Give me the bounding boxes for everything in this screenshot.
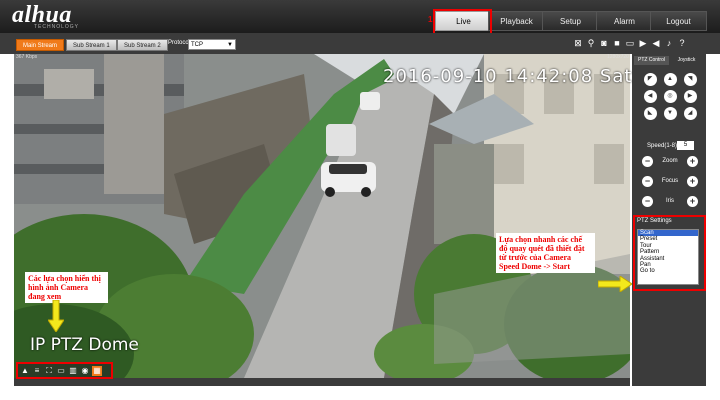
chevron-down-icon: ▼ (227, 42, 233, 48)
help-icon[interactable]: ? (677, 38, 687, 48)
resolution-readout: 1280x720 (607, 54, 629, 60)
arrow-down-left-icon[interactable]: ◣ (643, 107, 657, 120)
sub-stream-1-button[interactable]: Sub Stream 1 (66, 39, 117, 51)
video-camera-icon[interactable]: ▶ (638, 38, 648, 48)
nav-alarm[interactable]: Alarm (596, 11, 653, 31)
nav-setup[interactable]: Setup (542, 11, 599, 31)
brand-tagline: TECHNOLOGY (34, 24, 80, 30)
main-stream-button[interactable]: Main Stream (16, 39, 65, 51)
rule-icon[interactable]: ▦ (92, 365, 102, 376)
arrow-up-right-icon[interactable]: ◥ (683, 73, 697, 86)
protocol-select[interactable]: TCP ▼ (188, 39, 236, 50)
record-icon[interactable]: ▭ (625, 38, 635, 48)
arrow-down-icon (48, 300, 64, 332)
arrow-right-icon (598, 276, 632, 292)
view-tool-icons: ⊠ ⚲ ◙ ■ ▭ ▶ ◀ ♪ ? (573, 38, 687, 48)
iris-open-button[interactable]: + (687, 195, 698, 207)
bitrate-readout: 367 Kbps (16, 54, 38, 60)
focus-label: Focus (661, 178, 679, 184)
wide-icon[interactable]: ▭ (56, 366, 66, 376)
arrow-up-left-icon[interactable]: ◤ (643, 73, 657, 86)
ptz-direction-pad: ◤ ▲ ◥ ◀ ◎ ▶ ◣ ▼ ◢ (640, 73, 700, 120)
iris-label: Iris (666, 198, 674, 204)
fit-window-icon[interactable]: ⊠ (573, 38, 583, 48)
microphone-icon[interactable]: ♪ (664, 38, 674, 48)
zoom-in-button[interactable]: + (687, 155, 698, 167)
arrow-up-icon[interactable]: ▲ (663, 73, 677, 86)
speed-label: Speed(1-8): (647, 143, 679, 149)
arrow-left-icon[interactable]: ◀ (643, 90, 657, 103)
video-timestamp: 2016-09-10 14:42:08 Sat (383, 66, 633, 87)
zoom-icon[interactable]: ◙ (599, 38, 609, 48)
display-options-toolbar: ▲ ≡ ⛶ ▭ ▥ ◉ ▦ (16, 362, 113, 379)
aspect-ratio-icon[interactable]: ▥ (68, 366, 78, 376)
arrow-right-icon[interactable]: ▶ (683, 90, 697, 103)
tab-joystick[interactable]: Joystick (669, 56, 704, 65)
zoom-control: − Zoom + (642, 155, 698, 167)
snapshot-icon[interactable]: ■ (612, 38, 622, 48)
video-bottom-strip (14, 378, 630, 386)
ptz-settings-list[interactable]: Scan Preset Tour Pattern Assistant Pan G… (637, 229, 699, 285)
user-icon[interactable]: ⚲ (586, 38, 596, 48)
iris-control: − Iris + (642, 195, 698, 207)
fluency-icon[interactable]: ≡ (32, 366, 42, 376)
fullscreen-icon[interactable]: ⛶ (44, 366, 54, 376)
step-marker: 1 (428, 15, 433, 24)
video-frame (14, 54, 630, 378)
focus-control: − Focus + (642, 175, 698, 187)
live-video-view[interactable] (14, 54, 630, 378)
auto-pan-icon[interactable]: ◎ (663, 90, 677, 103)
protocol-value: TCP (191, 42, 203, 48)
sub-stream-2-button[interactable]: Sub Stream 2 (117, 39, 168, 51)
focus-in-button[interactable]: + (687, 175, 698, 187)
focus-out-button[interactable]: − (642, 175, 653, 187)
iris-close-button[interactable]: − (642, 195, 653, 207)
zoom-out-button[interactable]: − (642, 155, 653, 167)
arrow-down-right-icon[interactable]: ◢ (683, 107, 697, 120)
tab-ptz-control[interactable]: PTZ Control (634, 56, 669, 65)
annotation-display-options: Các lựa chọn hiển thị hình ảnh Camera đa… (25, 272, 108, 303)
eye-icon[interactable]: ◉ (80, 366, 90, 376)
protocol-label: Protocol (168, 40, 191, 46)
speaker-icon[interactable]: ◀ (651, 38, 661, 48)
annotation-ptz-quick-select: Lựa chọn nhanh các chế độ quay quét đã t… (496, 233, 595, 273)
ptz-settings-title: PTZ Settings (637, 218, 672, 224)
arrow-down-icon[interactable]: ▼ (663, 107, 677, 120)
camera-name-overlay: IP PTZ Dome (30, 335, 139, 355)
nav-playback[interactable]: Playback (488, 11, 545, 31)
ptz-option-goto[interactable]: Go to (638, 268, 698, 274)
original-size-icon[interactable]: ▲ (20, 366, 30, 376)
zoom-label: Zoom (662, 158, 678, 164)
speed-select[interactable]: 5 (677, 141, 694, 150)
ptz-tabs: PTZ Control Joystick (634, 56, 704, 65)
nav-logout[interactable]: Logout (650, 11, 707, 31)
